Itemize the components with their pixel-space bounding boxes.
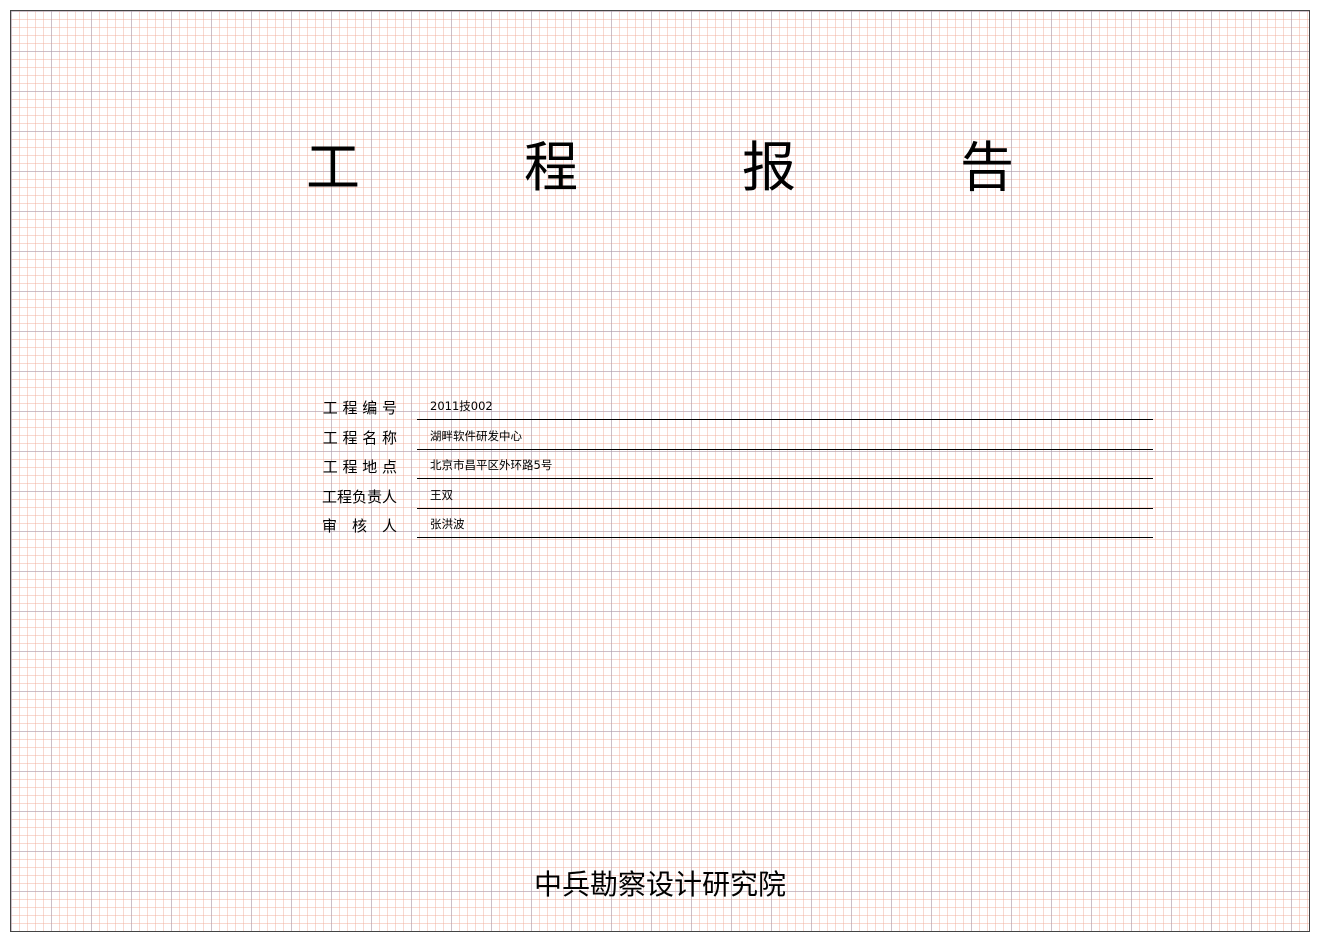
project-number-value: 2011技002 [430, 399, 493, 413]
project-name-value: 湖畔软件研发中心 [430, 428, 522, 443]
project-number-field[interactable]: 2011技002 [417, 389, 1153, 420]
project-manager-field[interactable]: 王双 [417, 478, 1153, 509]
project-name-field[interactable]: 湖畔软件研发中心 [417, 419, 1153, 450]
project-number-label: 工 程 编 号 [322, 399, 397, 417]
report-title: 工 程 报 告 [306, 136, 1069, 199]
report-cover-page: 工 程 报 告 工 程 编 号 2011技002 工 程 名 称 湖畔软件研发中… [10, 10, 1310, 932]
reviewer-label: 审 核 人 [321, 517, 397, 535]
reviewer-field[interactable]: 张洪波 [417, 507, 1153, 538]
project-number-row: 工 程 编 号 2011技002 [307, 389, 1153, 420]
project-info-table: 工 程 编 号 2011技002 工 程 名 称 湖畔软件研发中心 工 程 地 … [307, 389, 1153, 538]
project-name-label: 工 程 名 称 [322, 428, 397, 447]
institute-name: 中兵勘察设计研究院 [533, 868, 786, 901]
project-location-label: 工 程 地 点 [322, 458, 397, 476]
project-location-value: 北京市昌平区外环路5号 [430, 458, 553, 472]
project-manager-value: 王双 [430, 487, 453, 502]
project-location-field[interactable]: 北京市昌平区外环路5号 [417, 448, 1153, 479]
project-name-row: 工 程 名 称 湖畔软件研发中心 [307, 419, 1153, 450]
project-manager-row: 工程负责人 王双 [307, 478, 1153, 509]
project-manager-label: 工程负责人 [321, 487, 397, 506]
reviewer-row: 审 核 人 张洪波 [307, 507, 1153, 538]
reviewer-value: 张洪波 [430, 517, 465, 531]
project-location-row: 工 程 地 点 北京市昌平区外环路5号 [307, 448, 1153, 479]
